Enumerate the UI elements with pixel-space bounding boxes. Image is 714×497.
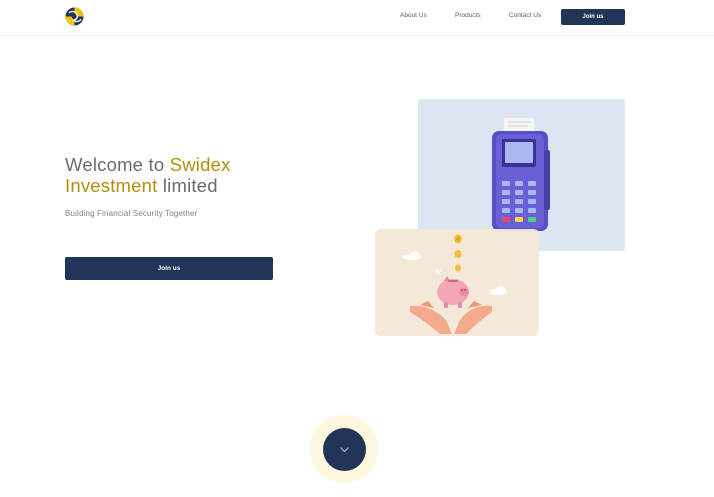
nav-link-products[interactable]: Products (455, 12, 481, 19)
hero-title-suffix: limited (157, 175, 218, 196)
hero-subtitle: Building Financial Security Together (65, 209, 198, 218)
hero-join-button[interactable]: Join us (65, 257, 273, 280)
pos-terminal-icon (492, 118, 550, 231)
hero-illustration (375, 99, 625, 336)
hero-title-brand: Swidex (169, 154, 231, 175)
header-join-button[interactable]: Join us (561, 9, 625, 25)
chevron-down-icon (340, 447, 349, 453)
scroll-down-button[interactable] (323, 428, 366, 471)
hero-title-brand2: Investment (65, 175, 158, 196)
swidex-logo[interactable] (65, 7, 84, 26)
site-header: About Us Products Contact Us Join us (0, 0, 714, 36)
nav-link-contact[interactable]: Contact Us (509, 12, 541, 19)
page: About Us Products Contact Us Join us Wel… (0, 0, 714, 497)
nav-link-about[interactable]: About Us (400, 12, 427, 19)
hero-title-prefix: Welcome to (65, 154, 170, 175)
hero-title: Welcome to Swidex Investment limited (65, 154, 325, 196)
